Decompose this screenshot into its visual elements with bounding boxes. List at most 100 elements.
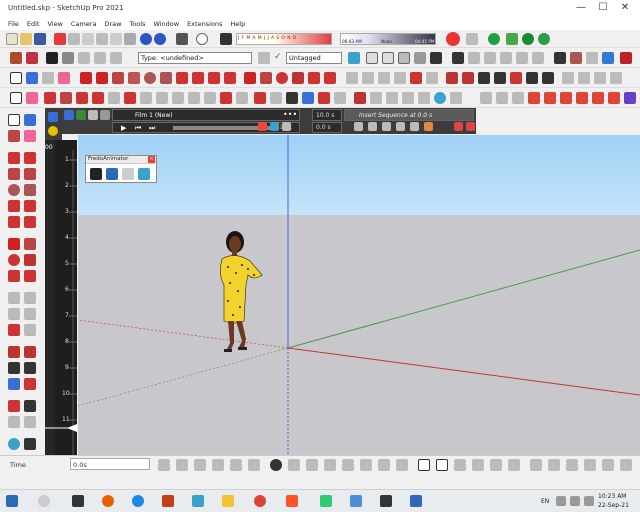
menu-file[interactable]: File (8, 20, 19, 28)
status-tool-17-icon[interactable] (454, 459, 466, 471)
status-tool-23-icon[interactable] (566, 459, 578, 471)
status-tool-11-icon[interactable] (342, 459, 354, 471)
zoom-window-icon[interactable] (494, 72, 506, 84)
zoom-extents-icon[interactable] (602, 52, 614, 64)
status-tool-18-icon[interactable] (472, 459, 484, 471)
lt-offset-icon[interactable] (24, 270, 36, 282)
tape-measure-icon[interactable] (346, 72, 358, 84)
back-view-icon[interactable] (516, 52, 528, 64)
paste-icon[interactable] (96, 33, 108, 45)
save-icon[interactable] (34, 33, 46, 45)
lt-axes-icon[interactable] (8, 324, 20, 336)
tag-combo[interactable]: Untagged (286, 52, 342, 64)
lt-pushpull-icon[interactable] (24, 238, 36, 250)
xray-icon[interactable] (348, 52, 360, 64)
section-plane-icon[interactable] (562, 72, 574, 84)
film-export-icon[interactable] (100, 110, 110, 120)
menu-help[interactable]: Help (230, 20, 245, 28)
search-icon[interactable] (38, 495, 50, 507)
lt-circle-icon[interactable] (8, 184, 20, 196)
seq-tool3-icon[interactable] (382, 122, 391, 131)
status-tool-1-icon[interactable] (158, 459, 170, 471)
combo-btn-icon[interactable] (258, 52, 270, 64)
wireframe-icon[interactable] (366, 52, 378, 64)
delete-icon[interactable] (124, 33, 136, 45)
lt-protractor-icon[interactable] (8, 308, 20, 320)
solid-intersect-icon[interactable] (544, 92, 556, 104)
warehouse-icon[interactable] (488, 33, 500, 45)
powerpoint-icon[interactable] (162, 495, 174, 507)
seq-tool2-icon[interactable] (368, 122, 377, 131)
transfer-arrows-icon[interactable] (122, 168, 134, 180)
solid-union-icon[interactable] (480, 92, 492, 104)
undo-icon[interactable] (140, 33, 152, 45)
shadows-toggle-icon[interactable] (220, 33, 232, 45)
polygon-icon[interactable] (160, 72, 172, 84)
menu-extensions[interactable]: Extensions (187, 20, 222, 28)
dimension-icon[interactable] (362, 72, 374, 84)
move-tool-icon[interactable] (124, 92, 136, 104)
scale-icon[interactable] (308, 72, 320, 84)
lt-line-icon[interactable] (8, 152, 20, 164)
lt-rotate-icon[interactable] (8, 254, 20, 266)
three-point-arc-icon[interactable] (208, 72, 220, 84)
axis-tool-icon[interactable] (220, 92, 232, 104)
overflow-icon[interactable] (624, 92, 636, 104)
status-tool-26-icon[interactable] (620, 459, 632, 471)
lt-lookaround-icon[interactable] (24, 400, 36, 412)
film-clapper-icon[interactable] (90, 168, 102, 180)
status-tool-24-icon[interactable] (584, 459, 596, 471)
lt-dimension-icon[interactable] (24, 292, 36, 304)
seq-tool1-icon[interactable] (354, 122, 363, 131)
push-pull-icon[interactable] (260, 72, 272, 84)
monochrome-icon[interactable] (430, 52, 442, 64)
front-view-icon[interactable] (484, 52, 496, 64)
arc2-tool-icon[interactable] (92, 92, 104, 104)
outliner-icon[interactable] (94, 52, 106, 64)
flip-edge-icon[interactable] (450, 92, 462, 104)
lt-followme-icon[interactable] (24, 254, 36, 266)
menu-draw[interactable]: Draw (104, 20, 121, 28)
camera2-icon[interactable] (318, 92, 330, 104)
protractor-icon[interactable] (378, 72, 390, 84)
shadow-month-slider[interactable]: J F M A M J J A S O N D (236, 33, 332, 45)
pushpull-tool-icon[interactable] (108, 92, 120, 104)
pencil-icon[interactable] (44, 92, 56, 104)
palette-close-icon[interactable]: × (148, 156, 155, 163)
lt-tape-icon[interactable] (8, 292, 20, 304)
paint-bucket-icon[interactable] (10, 52, 22, 64)
lt-3dtext-icon[interactable] (24, 324, 36, 336)
menu-edit[interactable]: Edit (27, 20, 40, 28)
zoom2-icon[interactable] (286, 92, 298, 104)
firefox-icon[interactable] (102, 495, 114, 507)
status-tool-25-icon[interactable] (602, 459, 614, 471)
orbit-icon[interactable] (554, 52, 566, 64)
walk-icon[interactable] (542, 72, 554, 84)
sequence-edit-icon[interactable] (138, 168, 150, 180)
weld-icon[interactable] (608, 92, 620, 104)
display-section-icon[interactable] (578, 72, 590, 84)
paint-icon[interactable] (42, 72, 54, 84)
lt-arc-icon[interactable] (8, 200, 20, 212)
status-tool-21-icon[interactable] (530, 459, 542, 471)
tray-2-icon[interactable] (570, 496, 580, 506)
open-folder-icon[interactable] (20, 33, 32, 45)
status-tool-3-icon[interactable] (194, 459, 206, 471)
seq-tool6-icon[interactable] (424, 122, 433, 131)
status-tool-7-icon[interactable] (270, 459, 282, 471)
status-tool-15-icon[interactable] (418, 459, 430, 471)
make-component-icon[interactable] (26, 72, 38, 84)
close-button[interactable]: ✕ (616, 1, 634, 15)
scale-tool-icon[interactable] (156, 92, 168, 104)
lt-rect-icon[interactable] (8, 168, 20, 180)
hidden-line-icon[interactable] (382, 52, 394, 64)
anim-strip-icon[interactable] (48, 112, 58, 122)
photos-icon[interactable] (350, 495, 362, 507)
status-tool-10-icon[interactable] (324, 459, 336, 471)
film-name-panel[interactable]: Film 1 (New) ••• (112, 109, 300, 121)
task-view-icon[interactable] (72, 495, 84, 507)
status-tool-6-icon[interactable] (248, 459, 260, 471)
material-icon[interactable] (26, 52, 38, 64)
seq-tool5-icon[interactable] (410, 122, 419, 131)
new-file-icon[interactable] (6, 33, 18, 45)
